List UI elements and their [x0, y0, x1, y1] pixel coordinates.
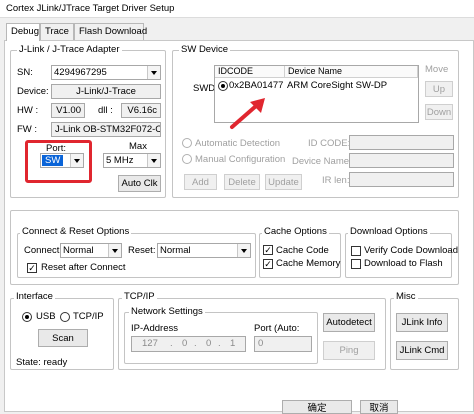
reset-select[interactable]: Normal — [157, 243, 251, 258]
dll-label: dll : — [98, 105, 113, 116]
ir-len-label: IR len: — [322, 175, 350, 186]
add-button[interactable]: Add — [184, 174, 217, 190]
id-code-field[interactable] — [349, 135, 454, 150]
swd-label: SWD — [193, 83, 216, 94]
verify-code-download-checkbox[interactable] — [351, 246, 361, 256]
state-label: State: ready — [16, 357, 68, 368]
scan-button[interactable]: Scan — [38, 329, 88, 347]
move-label: Move — [425, 64, 449, 75]
usb-label: USB — [36, 311, 56, 322]
device-field: J-Link/J-Trace — [51, 84, 161, 99]
sn-select[interactable]: 4294967295 — [51, 65, 161, 80]
chevron-down-icon[interactable] — [147, 154, 160, 167]
manual-config-radio[interactable] — [182, 154, 192, 164]
ping-button[interactable]: Ping — [323, 341, 375, 360]
auto-detection-radio[interactable] — [182, 138, 192, 148]
ip-address-field[interactable]: 127 . 0 . 0 . 1 — [131, 336, 246, 352]
download-to-flash-checkbox[interactable] — [351, 259, 361, 269]
port-auto-label: Port (Auto: — [254, 323, 300, 334]
download-to-flash-label: Download to Flash — [364, 258, 443, 269]
network-settings-legend: Network Settings — [129, 306, 205, 317]
reset-value: Normal — [160, 245, 191, 256]
reset-after-connect-checkbox[interactable]: ✓ — [27, 263, 37, 273]
connect-select[interactable]: Normal — [60, 243, 122, 258]
cache-memory-label: Cache Memory — [276, 258, 341, 269]
tab-trace[interactable]: Trace — [40, 23, 74, 40]
sw-device-legend: SW Device — [179, 44, 230, 55]
tcpip-port-field[interactable]: 0 — [254, 336, 312, 352]
adapter-legend: J-Link / J-Trace Adapter — [17, 44, 122, 55]
delete-button[interactable]: Delete — [224, 174, 260, 190]
misc-legend: Misc — [394, 291, 418, 302]
fw-label: FW : — [17, 124, 38, 135]
fw-field: J-Link OB-STM32F072-Corte — [51, 122, 161, 137]
jlink-cmd-button[interactable]: JLink Cmd — [396, 341, 448, 360]
usb-radio[interactable] — [22, 312, 32, 322]
row-idcode: 0x2BA01477 — [229, 80, 284, 91]
tab-debug[interactable]: Debug — [6, 23, 40, 41]
row-radio[interactable] — [218, 81, 228, 91]
window-title: Cortex JLink/JTrace Target Driver Setup — [6, 3, 175, 14]
hw-field: V1.00 — [51, 103, 85, 118]
move-down-button[interactable]: Down — [425, 104, 453, 120]
sn-label: SN: — [17, 67, 33, 78]
manual-config-label: Manual Configuration — [195, 154, 286, 165]
autodetect-button[interactable]: Autodetect — [323, 313, 375, 332]
chevron-down-icon[interactable] — [108, 244, 121, 257]
max-clock-select[interactable]: 5 MHz — [103, 153, 161, 168]
cache-options-legend: Cache Options — [262, 226, 329, 237]
connect-value: Normal — [63, 245, 94, 256]
row-device-name: ARM CoreSight SW-DP — [287, 80, 388, 91]
device-name-field[interactable] — [349, 153, 454, 168]
id-code-label: ID CODE: — [308, 138, 351, 149]
tab-flash-download[interactable]: Flash Download — [74, 23, 147, 40]
move-up-button[interactable]: Up — [425, 81, 453, 97]
connect-label: Connect: — [24, 245, 63, 256]
reset-label: Reset: — [128, 245, 156, 256]
ip-octet-4: 1 — [230, 338, 236, 349]
verify-code-download-label: Verify Code Download — [364, 245, 458, 256]
ip-octet-2: 0 — [182, 338, 188, 349]
reset-after-connect-label: Reset after Connect — [41, 262, 126, 273]
tcpip-label: TCP/IP — [73, 311, 104, 322]
annotation-highlight-box — [25, 140, 92, 183]
device-name-label: Device Name: — [292, 156, 352, 167]
tcpip-legend: TCP/IP — [122, 291, 157, 302]
column-header-idcode: IDCODE — [215, 66, 285, 78]
annotation-arrow — [230, 98, 265, 129]
tcpip-radio[interactable] — [60, 312, 70, 322]
interface-legend: Interface — [14, 291, 55, 302]
jlink-info-button[interactable]: JLink Info — [396, 313, 448, 332]
dll-field: V6.16c — [121, 103, 161, 118]
cache-code-checkbox[interactable]: ✓ — [263, 245, 273, 255]
cache-memory-checkbox[interactable]: ✓ — [263, 259, 273, 269]
max-clock-value: 5 MHz — [106, 155, 134, 166]
hw-label: HW : — [17, 105, 39, 116]
ir-len-field[interactable] — [349, 172, 454, 187]
ip-octet-1: 127 — [142, 338, 158, 349]
max-label: Max — [129, 141, 147, 152]
table-row[interactable]: 0x2BA01477 ARM CoreSight SW-DP — [215, 80, 418, 92]
cache-code-label: Cache Code — [276, 245, 329, 256]
chevron-down-icon[interactable] — [237, 244, 250, 257]
update-button[interactable]: Update — [265, 174, 302, 190]
ip-address-label: IP-Address — [131, 323, 178, 334]
column-header-device-name: Device Name — [285, 66, 418, 78]
connect-reset-legend: Connect & Reset Options — [20, 226, 132, 237]
auto-clk-button[interactable]: Auto Clk — [118, 175, 161, 192]
title-bar: Cortex JLink/JTrace Target Driver Setup — [0, 0, 474, 18]
auto-detection-label: Automatic Detection — [195, 138, 281, 149]
device-label: Device: — [17, 86, 49, 97]
sn-value: 4294967295 — [54, 67, 107, 78]
ip-octet-3: 0 — [206, 338, 212, 349]
download-options-legend: Download Options — [348, 226, 430, 237]
chevron-down-icon[interactable] — [147, 66, 160, 79]
